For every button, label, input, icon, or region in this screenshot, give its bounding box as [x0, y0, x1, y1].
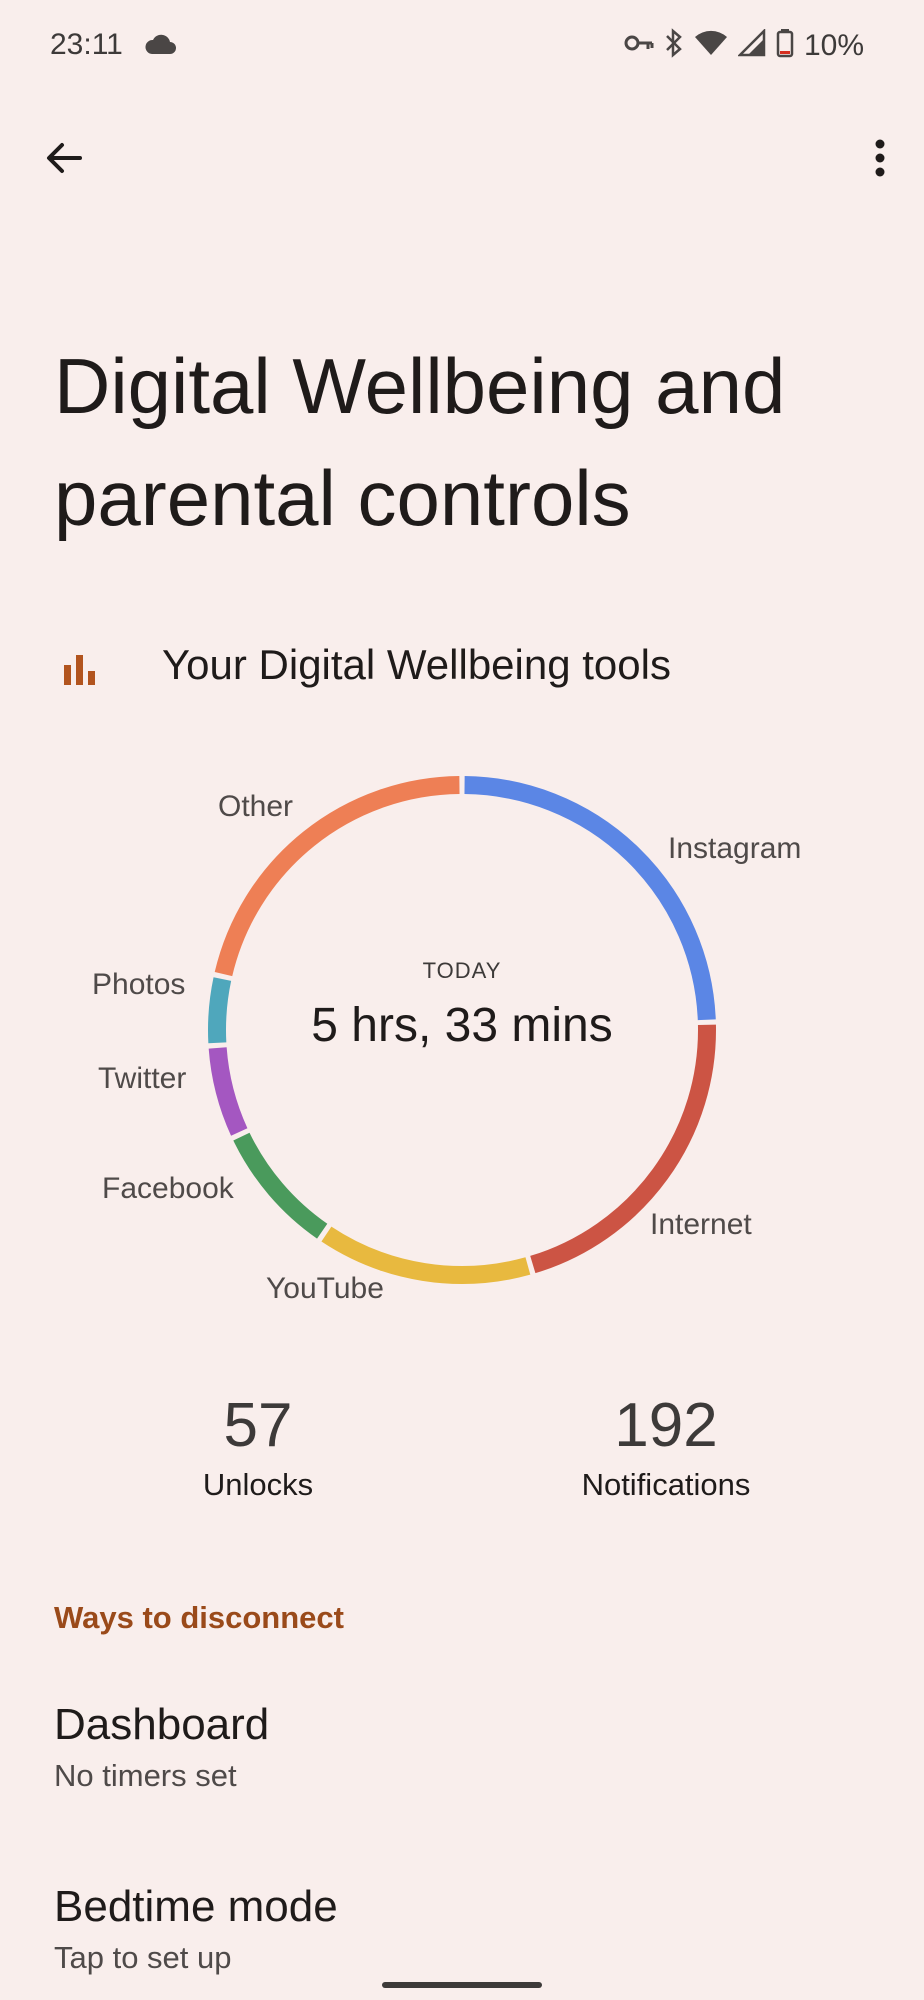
- label-internet: Internet: [650, 1208, 752, 1241]
- dashboard-item[interactable]: Dashboard No timers set: [54, 1700, 874, 1794]
- wifi-icon: [694, 30, 728, 61]
- donut-segment-youtube: [321, 1226, 531, 1284]
- bluetooth-icon: [664, 28, 684, 63]
- battery-icon: [776, 28, 794, 63]
- dashboard-summary: No timers set: [54, 1758, 237, 1793]
- cloud-icon: [144, 34, 176, 61]
- bedtime-mode-summary: Tap to set up: [54, 1940, 232, 1975]
- bar-chart-icon: [62, 645, 102, 685]
- more-vert-icon: [875, 139, 885, 177]
- cellular-signal-icon: [736, 27, 766, 62]
- label-photos: Photos: [92, 968, 186, 1001]
- back-button[interactable]: [36, 130, 92, 186]
- back-arrow-icon: [47, 143, 82, 173]
- wellbeing-tools-label: Your Digital Wellbeing tools: [162, 641, 671, 688]
- unlocks-stat: 57 Unlocks: [108, 1390, 408, 1503]
- notifications-count: 192: [614, 1391, 718, 1460]
- gesture-nav-handle[interactable]: [382, 1982, 542, 1988]
- notifications-stat: 192 Notifications: [516, 1390, 816, 1503]
- donut-segment-instagram: [464, 776, 716, 1021]
- status-time: 23:11: [50, 28, 123, 61]
- battery-percent: 10%: [803, 28, 864, 62]
- bedtime-mode-title: Bedtime mode: [54, 1882, 338, 1931]
- unlocks-count: 57: [223, 1391, 293, 1460]
- usage-donut-chart[interactable]: Instagram Internet YouTube Facebook Twit…: [0, 740, 924, 1340]
- section-ways-to-disconnect: Ways to disconnect: [54, 1600, 344, 1635]
- donut-segment-twitter: [208, 1047, 248, 1136]
- label-youtube: YouTube: [266, 1272, 384, 1305]
- bedtime-mode-item[interactable]: Bedtime mode Tap to set up: [54, 1882, 874, 1976]
- vpn-key-icon: [624, 33, 654, 58]
- usage-period-label: TODAY: [422, 958, 502, 983]
- more-options-button[interactable]: [852, 130, 908, 186]
- notifications-label: Notifications: [581, 1467, 751, 1502]
- donut-segment-facebook: [233, 1132, 328, 1239]
- dashboard-title: Dashboard: [54, 1700, 270, 1749]
- label-facebook: Facebook: [102, 1172, 234, 1205]
- status-bar: 23:11 10%: [0, 0, 924, 92]
- usage-total-time: 5 hrs, 33 mins: [311, 999, 613, 1052]
- label-twitter: Twitter: [98, 1062, 187, 1095]
- page-title: Digital Wellbeing and parental controls: [54, 342, 786, 542]
- unlocks-label: Unlocks: [202, 1467, 314, 1502]
- label-instagram: Instagram: [668, 832, 802, 865]
- label-other: Other: [218, 790, 294, 823]
- wellbeing-tools-entry[interactable]: Your Digital Wellbeing tools: [0, 620, 924, 710]
- donut-segment-photos: [208, 977, 232, 1044]
